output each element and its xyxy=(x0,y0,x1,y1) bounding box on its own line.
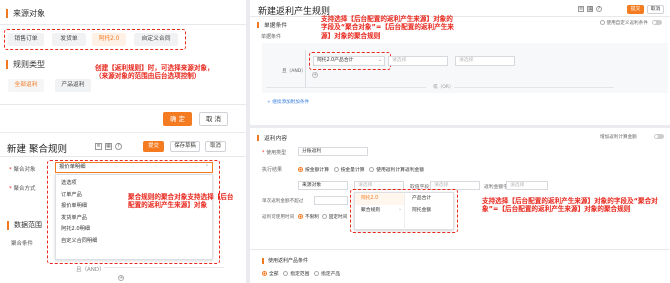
rebate-content-panel: 返利内容 增加返利计算金额 * 使用类型 分账返利 执行结果 按金额计算 按金量… xyxy=(250,128,670,283)
condition-operator-select[interactable]: 请选择 xyxy=(388,56,448,66)
field-type-label: * 使用类型 xyxy=(262,150,287,156)
field-single-limit-label: 单次返利金额不超过 xyxy=(262,199,304,204)
radio-quantity[interactable]: 按金量计算 xyxy=(333,167,365,173)
help-icon xyxy=(600,20,605,25)
field-agg-method-text: 聚合方式 xyxy=(13,186,36,192)
section-marker xyxy=(257,21,259,28)
highlight-agg-dropdown xyxy=(47,160,220,264)
field-agg-condition-label: 聚合条件 xyxy=(11,241,34,247)
help-icon[interactable]: ? xyxy=(596,6,602,12)
grid-view-icon[interactable]: ▦ xyxy=(105,143,112,150)
section-content-title: 返利内容 xyxy=(257,133,287,142)
field-agg-method-label: * 聚合方式 xyxy=(9,186,36,192)
section-product-label: 使用返利产品条件 xyxy=(268,258,309,264)
radio-fixed-time[interactable]: 固定时间 xyxy=(321,214,347,220)
condition-and-label: 且（AND） xyxy=(282,69,306,74)
radio-amount[interactable]: 按金额计算 xyxy=(298,167,329,173)
section-marker xyxy=(6,60,8,69)
cancel-button[interactable]: 取消 xyxy=(647,5,664,14)
radio-range-products[interactable]: 指定范围 xyxy=(283,271,309,277)
add-condition-group-link[interactable]: + 继续添加附加条件 xyxy=(267,99,309,105)
custom-condition-toggle[interactable] xyxy=(652,20,662,25)
save-draft-button[interactable]: 保存草稿 xyxy=(170,141,200,152)
condition-value-select[interactable]: 请选择 xyxy=(455,56,515,66)
grid-view-icon[interactable]: ▦ xyxy=(587,6,593,12)
section-rule-label: 规则类型 xyxy=(13,60,45,69)
condition-divider xyxy=(104,267,224,268)
condition-and-label: 且（AND） xyxy=(76,267,105,273)
section-rule-title: 规则类型 xyxy=(6,59,45,70)
condition-bracket xyxy=(305,50,306,88)
or-divider-left xyxy=(266,87,426,88)
highlight-condition-field xyxy=(309,52,391,70)
highlight-source-cascader xyxy=(350,189,458,233)
rebate-rule-conditions-panel: 新建返利产生规则 ≡ ▦ ? 提交 取消 单据条件 使用自定义返利条件 单据条件… xyxy=(250,0,670,125)
help-icon[interactable]: ? xyxy=(115,143,122,150)
annotation-source-note: 创建【返利规则】时，可选择来源对象，（来源对象的范围由后台选项控制） xyxy=(95,64,214,81)
add-condition-icon[interactable]: + xyxy=(118,275,124,281)
calc-time-radios: 不限制 固定时间 xyxy=(298,214,347,220)
radio-formula[interactable]: 使用返利计算返利金额 xyxy=(369,167,424,173)
section-content-label: 返利内容 xyxy=(264,136,288,142)
section-marker xyxy=(7,220,9,230)
formula-field-select[interactable]: 请选择 xyxy=(506,181,548,190)
confirm-button[interactable]: 确 定 xyxy=(163,112,192,126)
section-product-title: 使用返利产品条件 xyxy=(262,257,308,264)
or-divider-right xyxy=(454,87,614,88)
section-condition-title: 单据条件 xyxy=(257,20,287,29)
page-title: 新建 聚合规则 xyxy=(7,144,68,155)
annotation-content-note: 支持选择【后台配置的返利产生来源】对象的字段及“聚合对象”=【后台配置的返利产生… xyxy=(482,197,658,214)
radio-no-limit[interactable]: 不限制 xyxy=(298,214,319,220)
custom-condition-toggle-text: 使用自定义返利条件 xyxy=(606,21,648,26)
type-select[interactable]: 分账返利 xyxy=(298,147,368,156)
section-marker xyxy=(257,134,259,141)
radio-specific-products[interactable]: 指定产品 xyxy=(313,271,340,277)
radio-all-products[interactable]: 全部 xyxy=(262,271,279,277)
rule-chip-all[interactable]: 全部返利 xyxy=(8,79,44,92)
section-source-title: 来源对象 xyxy=(6,8,45,19)
aggregation-rule-panel: 新建 聚合规则 ≡ ▦ ? 提交 保存草稿 取消 * 聚合对象 报价单明细 ⌃ … xyxy=(0,133,246,283)
source-object-panel: 来源对象 销售订单 发货单 阿托2.0 自定义合同 规则类型 全部返利 产品返利… xyxy=(0,0,246,132)
annotation-condition-note: 支持选择【后台配置的返利产生来源】对象的字段及“聚合对象”=【后台配置的返利产生… xyxy=(321,15,454,40)
field-agg-object-text: 聚合对象 xyxy=(13,167,36,173)
submit-button[interactable]: 提交 xyxy=(627,5,644,14)
highlight-source-tabs xyxy=(4,29,186,50)
submit-button[interactable]: 提交 xyxy=(143,141,164,152)
single-limit-input[interactable] xyxy=(314,196,348,205)
cancel-button[interactable]: 取 消 xyxy=(199,112,228,126)
calc-method-radios: 按金额计算 按金量计算 使用返利计算返利金额 xyxy=(298,166,424,173)
section-data-range-title: 数据范围 xyxy=(7,220,42,230)
product-scope-radios: 全部 指定范围 指定产品 xyxy=(262,270,340,277)
section-condition-label: 单据条件 xyxy=(264,23,288,29)
add-condition-icon[interactable]: + xyxy=(312,72,318,78)
cancel-button[interactable]: 取消 xyxy=(205,141,226,152)
rule-chip-product[interactable]: 产品返利 xyxy=(55,79,91,92)
source-object-select[interactable]: 来源对象 xyxy=(298,181,348,190)
field-calc-method-label: 执行结果 xyxy=(262,167,283,173)
annotation-agg-note: 聚合规则的聚合对象支持选择【后台配置的返利产生来源】对象 xyxy=(128,193,234,210)
list-view-icon[interactable]: ≡ xyxy=(578,6,584,12)
section-marker xyxy=(262,257,264,264)
field-calc-time-label: 返利可使用时间 xyxy=(262,215,295,220)
custom-condition-toggle-label: 使用自定义返利条件 xyxy=(600,20,648,26)
calc-amount-toggle[interactable] xyxy=(654,134,664,139)
field-agg-object-label: * 聚合对象 xyxy=(9,167,36,173)
field-type-text: 使用类型 xyxy=(266,150,287,156)
section-source-label: 来源对象 xyxy=(13,9,45,18)
condition-or-label: 或（OR） xyxy=(433,85,454,90)
list-view-icon[interactable]: ≡ xyxy=(95,143,102,150)
section-marker xyxy=(6,9,8,18)
single-condition-label: 单据条件 xyxy=(261,34,282,40)
calc-amount-toggle-label: 增加返利计算金额 xyxy=(600,135,637,140)
section-data-range-label: 数据范围 xyxy=(14,221,42,229)
